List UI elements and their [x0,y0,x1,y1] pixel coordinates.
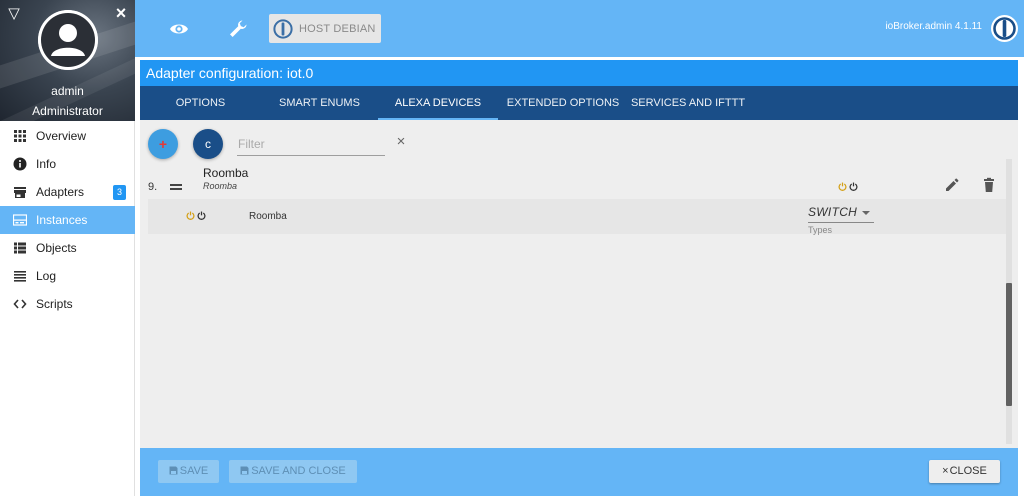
admin-version: ioBroker.admin 4.1.11 [885,21,982,32]
code-icon [13,297,27,311]
type-select[interactable]: SWITCH [808,203,874,223]
top-bar: HOST DEBIAN ioBroker.admin 4.1.11 [135,0,1024,57]
state-name: Roomba [249,211,287,222]
device-power-controls [838,182,858,191]
sidebar-item-instances[interactable]: Instances [0,206,135,234]
tab-options[interactable]: OPTIONS [140,86,261,120]
menu-toggle-icon[interactable]: ▽ [6,6,22,22]
device-subtitle: Roomba [203,181,238,191]
close-icon: × [942,465,949,477]
drag-handle-icon[interactable] [170,184,182,191]
sidebar-item-label: Objects [36,241,77,255]
type-select-value: SWITCH [808,205,858,219]
device-index: 9. [148,181,158,193]
sidebar-nav: Overview Info Adapters 3 Instances Objec… [0,122,135,318]
close-sidebar-icon[interactable]: × [113,4,129,22]
config-tabs: OPTIONS SMART ENUMS ALEXA DEVICES EXTEND… [140,86,1018,120]
save-and-close-label: SAVE AND CLOSE [251,465,346,477]
power-off-icon[interactable] [849,182,858,191]
device-name[interactable]: Roomba [203,166,248,180]
sidebar-item-label: Scripts [36,297,73,311]
grid-icon [13,129,27,143]
sidebar: ▽ × admin Administrator Overview Info Ad… [0,0,135,496]
iobroker-main-logo-icon [991,15,1018,42]
dialog-title: Adapter configuration: iot.0 [140,60,1018,86]
store-icon [13,185,27,199]
sidebar-item-label: Overview [36,129,87,143]
device-list: 9. Roomba Roomba Roomba SWITCH Types [148,159,1006,444]
save-label: SAVE [179,465,209,477]
save-and-close-button[interactable]: SAVE AND CLOSE [229,460,357,483]
adapters-count-badge: 3 [113,185,126,200]
sidebar-item-label: Instances [36,213,88,227]
clear-filter-icon[interactable]: × [394,134,408,149]
add-device-button[interactable]: + [148,129,178,159]
save-icon [169,466,178,475]
power-on-icon[interactable] [838,182,847,191]
tab-services-and-ifttt[interactable]: SERVICES AND IFTTT [628,86,748,120]
instances-icon [13,213,27,227]
info-icon [13,157,27,171]
alexa-devices-panel: + c × 9. Roomba Roomba [140,120,1018,448]
refresh-icon: c [205,137,211,151]
close-label: CLOSE [949,465,987,477]
iobroker-logo-icon [273,18,293,39]
user-role: Administrator [32,104,103,118]
sidebar-item-label: Adapters [36,185,85,199]
scrollbar-thumb[interactable] [1006,283,1012,406]
power-off-icon[interactable] [197,211,206,220]
save-button[interactable]: SAVE [158,460,219,483]
user-avatar-icon [38,10,98,70]
wrench-icon[interactable] [223,14,253,44]
tab-alexa-devices[interactable]: ALEXA DEVICES [378,86,498,120]
delete-icon[interactable] [981,177,997,193]
type-select-label: Types [808,225,833,235]
sidebar-item-objects[interactable]: Objects [0,234,135,262]
save-icon [240,466,249,475]
sidebar-item-adapters[interactable]: Adapters 3 [0,178,135,206]
close-button[interactable]: ×CLOSE [929,460,1000,483]
scrollbar[interactable] [1006,159,1012,444]
sidebar-item-label: Info [36,157,57,171]
avatar [38,10,98,70]
host-label: HOST DEBIAN [299,22,376,35]
host-selector-button[interactable]: HOST DEBIAN [269,14,381,43]
filter-input[interactable] [237,132,385,156]
sidebar-item-info[interactable]: Info [0,150,135,178]
sidebar-item-overview[interactable]: Overview [0,122,135,150]
power-on-icon[interactable] [186,211,195,220]
list-icon [13,241,27,255]
tab-smart-enums[interactable]: SMART ENUMS [261,86,378,120]
eye-icon[interactable] [164,14,194,44]
sidebar-item-label: Log [36,269,57,283]
dialog-footer: SAVE SAVE AND CLOSE ×CLOSE [140,448,1018,496]
refresh-button[interactable]: c [193,129,223,159]
device-state-row: Roomba SWITCH Types [148,199,1006,235]
state-power-controls [186,211,206,220]
dropdown-arrow-icon [862,211,870,215]
log-icon [13,269,27,283]
sidebar-item-log[interactable]: Log [0,262,135,290]
adapter-config-dialog: Adapter configuration: iot.0 OPTIONS SMA… [135,57,1024,496]
add-icon: + [158,136,168,152]
sidebar-header: ▽ × admin Administrator [0,0,135,121]
device-row: 9. Roomba Roomba [148,159,1006,199]
edit-icon[interactable] [944,177,960,193]
user-name: admin [51,84,84,98]
sidebar-item-scripts[interactable]: Scripts [0,290,135,318]
tab-extended-options[interactable]: EXTENDED OPTIONS [498,86,628,120]
